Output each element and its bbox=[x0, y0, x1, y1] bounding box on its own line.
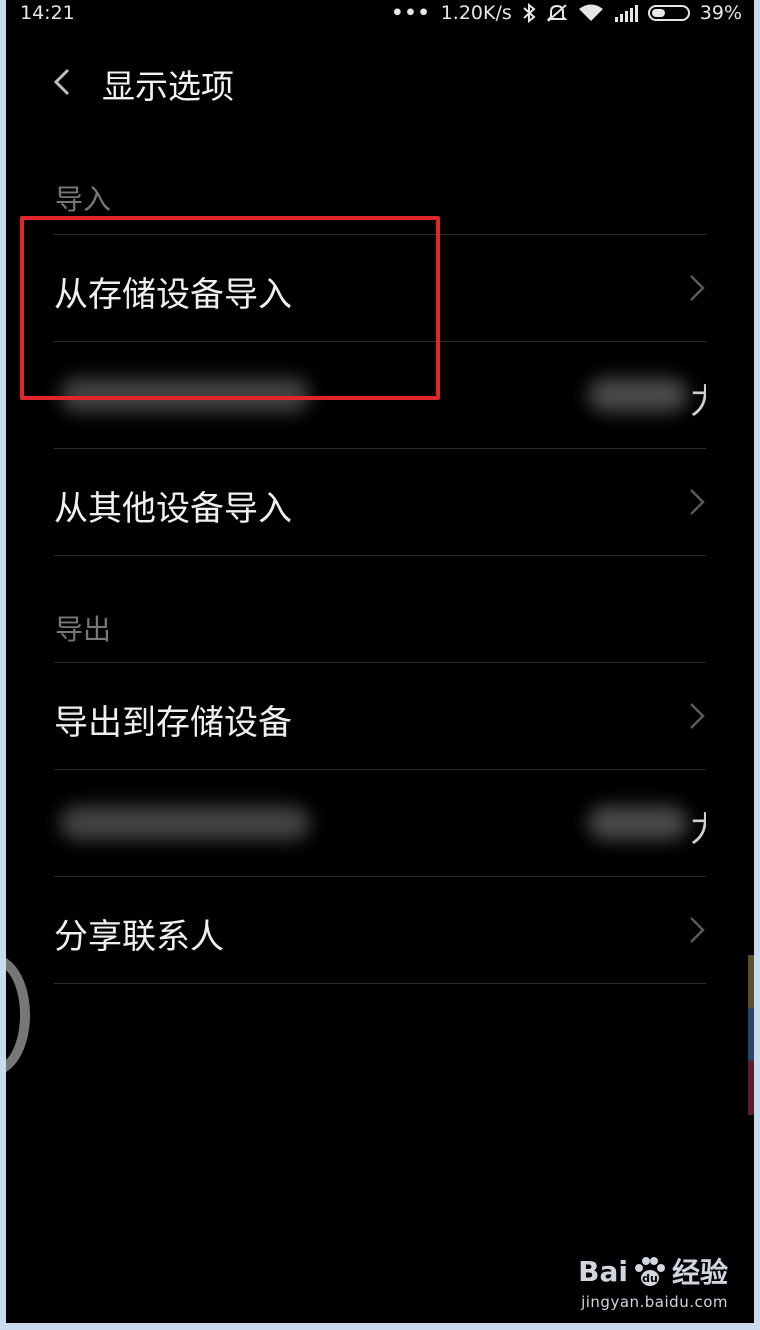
section-label-import: 导入 bbox=[55, 183, 112, 216]
battery-fill bbox=[651, 9, 665, 17]
list-item-share-contacts[interactable]: 分享联系人 bbox=[54, 877, 706, 983]
page-header: 显示选项 bbox=[6, 50, 754, 114]
signal-icon bbox=[614, 4, 638, 22]
watermark: Bai du 经验 jingyan.baidu.com bbox=[578, 1251, 728, 1312]
edge-strip bbox=[748, 955, 754, 1115]
battery-icon bbox=[647, 5, 690, 21]
partial-text: 力 bbox=[690, 802, 706, 851]
list-item-import-from-other-device[interactable]: 从其他设备导入 bbox=[54, 449, 706, 555]
divider bbox=[54, 555, 706, 556]
wifi-icon bbox=[578, 3, 604, 23]
svg-text:du: du bbox=[642, 1272, 658, 1285]
chevron-right-icon bbox=[690, 703, 705, 729]
mute-icon bbox=[546, 3, 568, 23]
blurred-value bbox=[588, 806, 688, 840]
bluetooth-icon bbox=[522, 3, 536, 23]
partial-text: 力 bbox=[690, 374, 706, 423]
watermark-brand-right: 经验 bbox=[671, 1256, 728, 1289]
battery-percent: 39% bbox=[699, 2, 742, 24]
chevron-right-icon bbox=[690, 489, 705, 515]
contacts-import-export-screen: 14:21 ••• 1.20K/s 39% 显示选项 导入 从存储设备导入 从其… bbox=[6, 0, 754, 1323]
status-right-group: ••• 1.20K/s 39% bbox=[391, 2, 742, 24]
network-speed: 1.20K/s bbox=[440, 2, 512, 24]
floating-ball-icon[interactable] bbox=[6, 955, 30, 1075]
watermark-url: jingyan.baidu.com bbox=[581, 1293, 728, 1311]
divider bbox=[54, 983, 706, 984]
chevron-right-icon bbox=[690, 275, 705, 301]
watermark-brand: Bai du 经验 bbox=[578, 1251, 728, 1291]
list-item-label: 从其他设备导入 bbox=[54, 489, 292, 529]
status-bar: 14:21 ••• 1.20K/s 39% bbox=[6, 0, 754, 30]
section-label-export: 导出 bbox=[55, 613, 112, 646]
chevron-left-icon bbox=[53, 68, 70, 96]
status-time: 14:21 bbox=[20, 2, 75, 24]
list-item-label: 导出到存储设备 bbox=[54, 703, 292, 743]
chevron-right-icon bbox=[690, 917, 705, 943]
annotation-highlight-box bbox=[20, 216, 440, 400]
blurred-label bbox=[60, 806, 310, 840]
watermark-brand-left: Bai bbox=[578, 1254, 628, 1288]
list-item-label: 分享联系人 bbox=[54, 917, 224, 957]
blurred-value bbox=[588, 378, 688, 412]
page-title: 显示选项 bbox=[102, 67, 234, 106]
more-notifications-icon: ••• bbox=[391, 2, 431, 24]
list-item-blurred[interactable]: 力 bbox=[54, 770, 706, 876]
paw-icon: du bbox=[634, 1257, 665, 1286]
list-item-export-to-storage[interactable]: 导出到存储设备 bbox=[54, 663, 706, 769]
back-button[interactable] bbox=[46, 60, 86, 104]
